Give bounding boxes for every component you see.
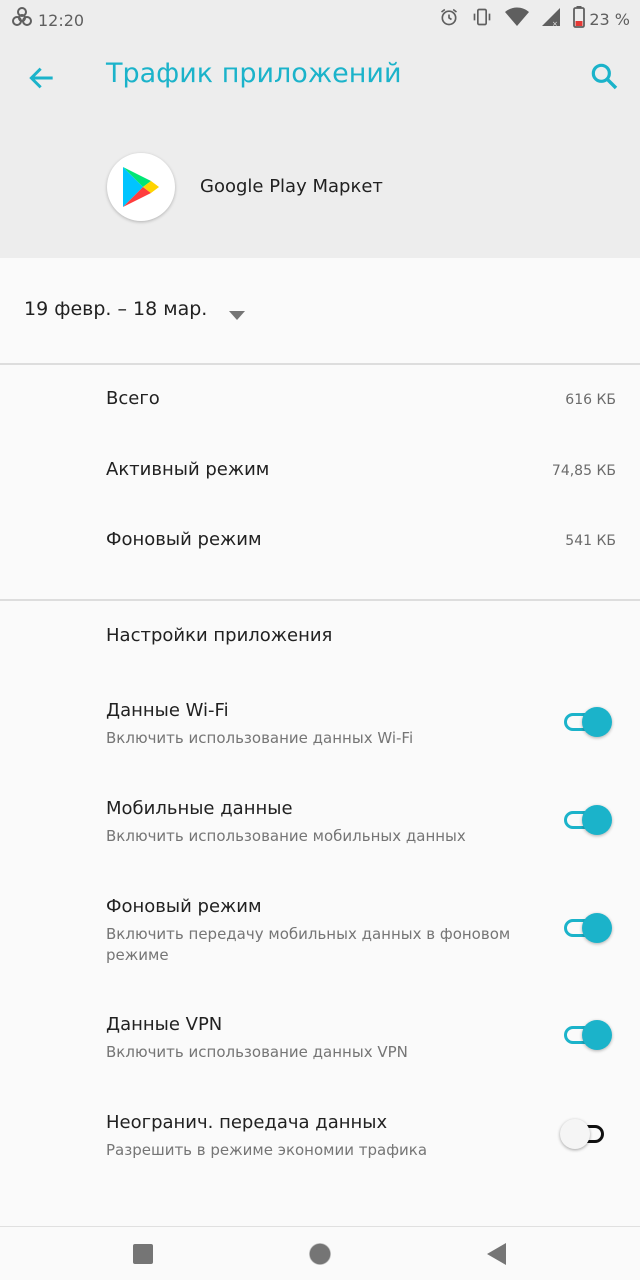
setting-title: Неогранич. передача данных <box>106 1112 388 1133</box>
setting-background-data[interactable]: Фоновый режим Включить передачу мобильны… <box>0 896 640 976</box>
usage-label: Фоновый режим <box>106 529 262 550</box>
app-header: Google Play Маркет <box>0 120 640 258</box>
status-time: 12:20 <box>38 10 85 30</box>
usage-value: 74,85 КБ <box>551 463 616 479</box>
status-bar: 12:20 × 23 % <box>0 0 640 36</box>
usage-label: Всего <box>106 388 160 409</box>
unrestricted-data-toggle[interactable] <box>560 1118 612 1150</box>
recents-icon[interactable] <box>130 1241 156 1267</box>
toggle-thumb <box>582 913 612 943</box>
setting-title: Фоновый режим <box>106 896 262 917</box>
toggle-thumb <box>582 805 612 835</box>
setting-subtitle: Включить передачу мобильных данных в фон… <box>106 925 511 964</box>
signal-icon: × <box>541 7 561 31</box>
mobile-data-toggle[interactable] <box>560 804 612 836</box>
usage-value: 616 КБ <box>565 392 616 408</box>
usage-value: 541 КБ <box>565 533 616 549</box>
date-range-selector[interactable]: 19 февр. – 18 мар. <box>0 258 640 363</box>
setting-vpn-data[interactable]: Данные VPN Включить использование данных… <box>0 1014 640 1074</box>
battery-percent: 23 % <box>589 9 630 29</box>
setting-title: Данные Wi-Fi <box>106 700 229 721</box>
date-range-value[interactable]: 19 февр. – 18 мар. <box>24 298 207 320</box>
vpn-data-toggle[interactable] <box>560 1019 612 1051</box>
dropdown-arrow-icon[interactable] <box>229 306 245 320</box>
setting-title: Данные VPN <box>106 1014 223 1035</box>
navigation-bar <box>0 1226 640 1280</box>
toggle-thumb <box>582 1020 612 1050</box>
setting-subtitle: Включить использование мобильных данных <box>106 827 466 845</box>
background-data-toggle[interactable] <box>560 912 612 944</box>
alarm-icon <box>439 7 459 31</box>
setting-mobile-data[interactable]: Мобильные данные Включить использование … <box>0 798 640 858</box>
setting-subtitle: Включить использование данных VPN <box>106 1043 408 1061</box>
google-play-icon <box>107 153 175 221</box>
setting-unrestricted-data[interactable]: Неогранич. передача данных Разрешить в р… <box>0 1112 640 1172</box>
settings-section-title: Настройки приложения <box>106 625 333 646</box>
home-icon[interactable] <box>307 1241 333 1267</box>
toggle-thumb <box>560 1119 590 1149</box>
battery-icon <box>573 6 586 32</box>
wifi-icon <box>505 7 530 31</box>
divider <box>0 599 640 601</box>
app-name: Google Play Маркет <box>200 176 383 197</box>
setting-subtitle: Включить использование данных Wi-Fi <box>106 729 414 747</box>
biohazard-icon <box>10 6 34 34</box>
page-title: Трафик приложений <box>106 58 402 89</box>
usage-row-total: Всего 616 КБ <box>0 366 640 436</box>
usage-row-foreground: Активный режим 74,85 КБ <box>0 437 640 507</box>
svg-text:×: × <box>552 20 558 27</box>
arrow-back-icon[interactable] <box>26 62 58 94</box>
vibrate-icon <box>471 7 493 31</box>
search-icon[interactable] <box>588 60 620 92</box>
app-bar: Трафик приложений <box>0 36 640 120</box>
back-icon[interactable] <box>484 1241 510 1267</box>
usage-label: Активный режим <box>106 459 270 480</box>
toggle-thumb <box>582 707 612 737</box>
wifi-data-toggle[interactable] <box>560 706 612 738</box>
setting-title: Мобильные данные <box>106 798 293 819</box>
usage-row-background: Фоновый режим 541 КБ <box>0 507 640 577</box>
divider <box>0 363 640 365</box>
setting-wifi-data[interactable]: Данные Wi-Fi Включить использование данн… <box>0 700 640 760</box>
setting-subtitle: Разрешить в режиме экономии трафика <box>106 1141 428 1159</box>
